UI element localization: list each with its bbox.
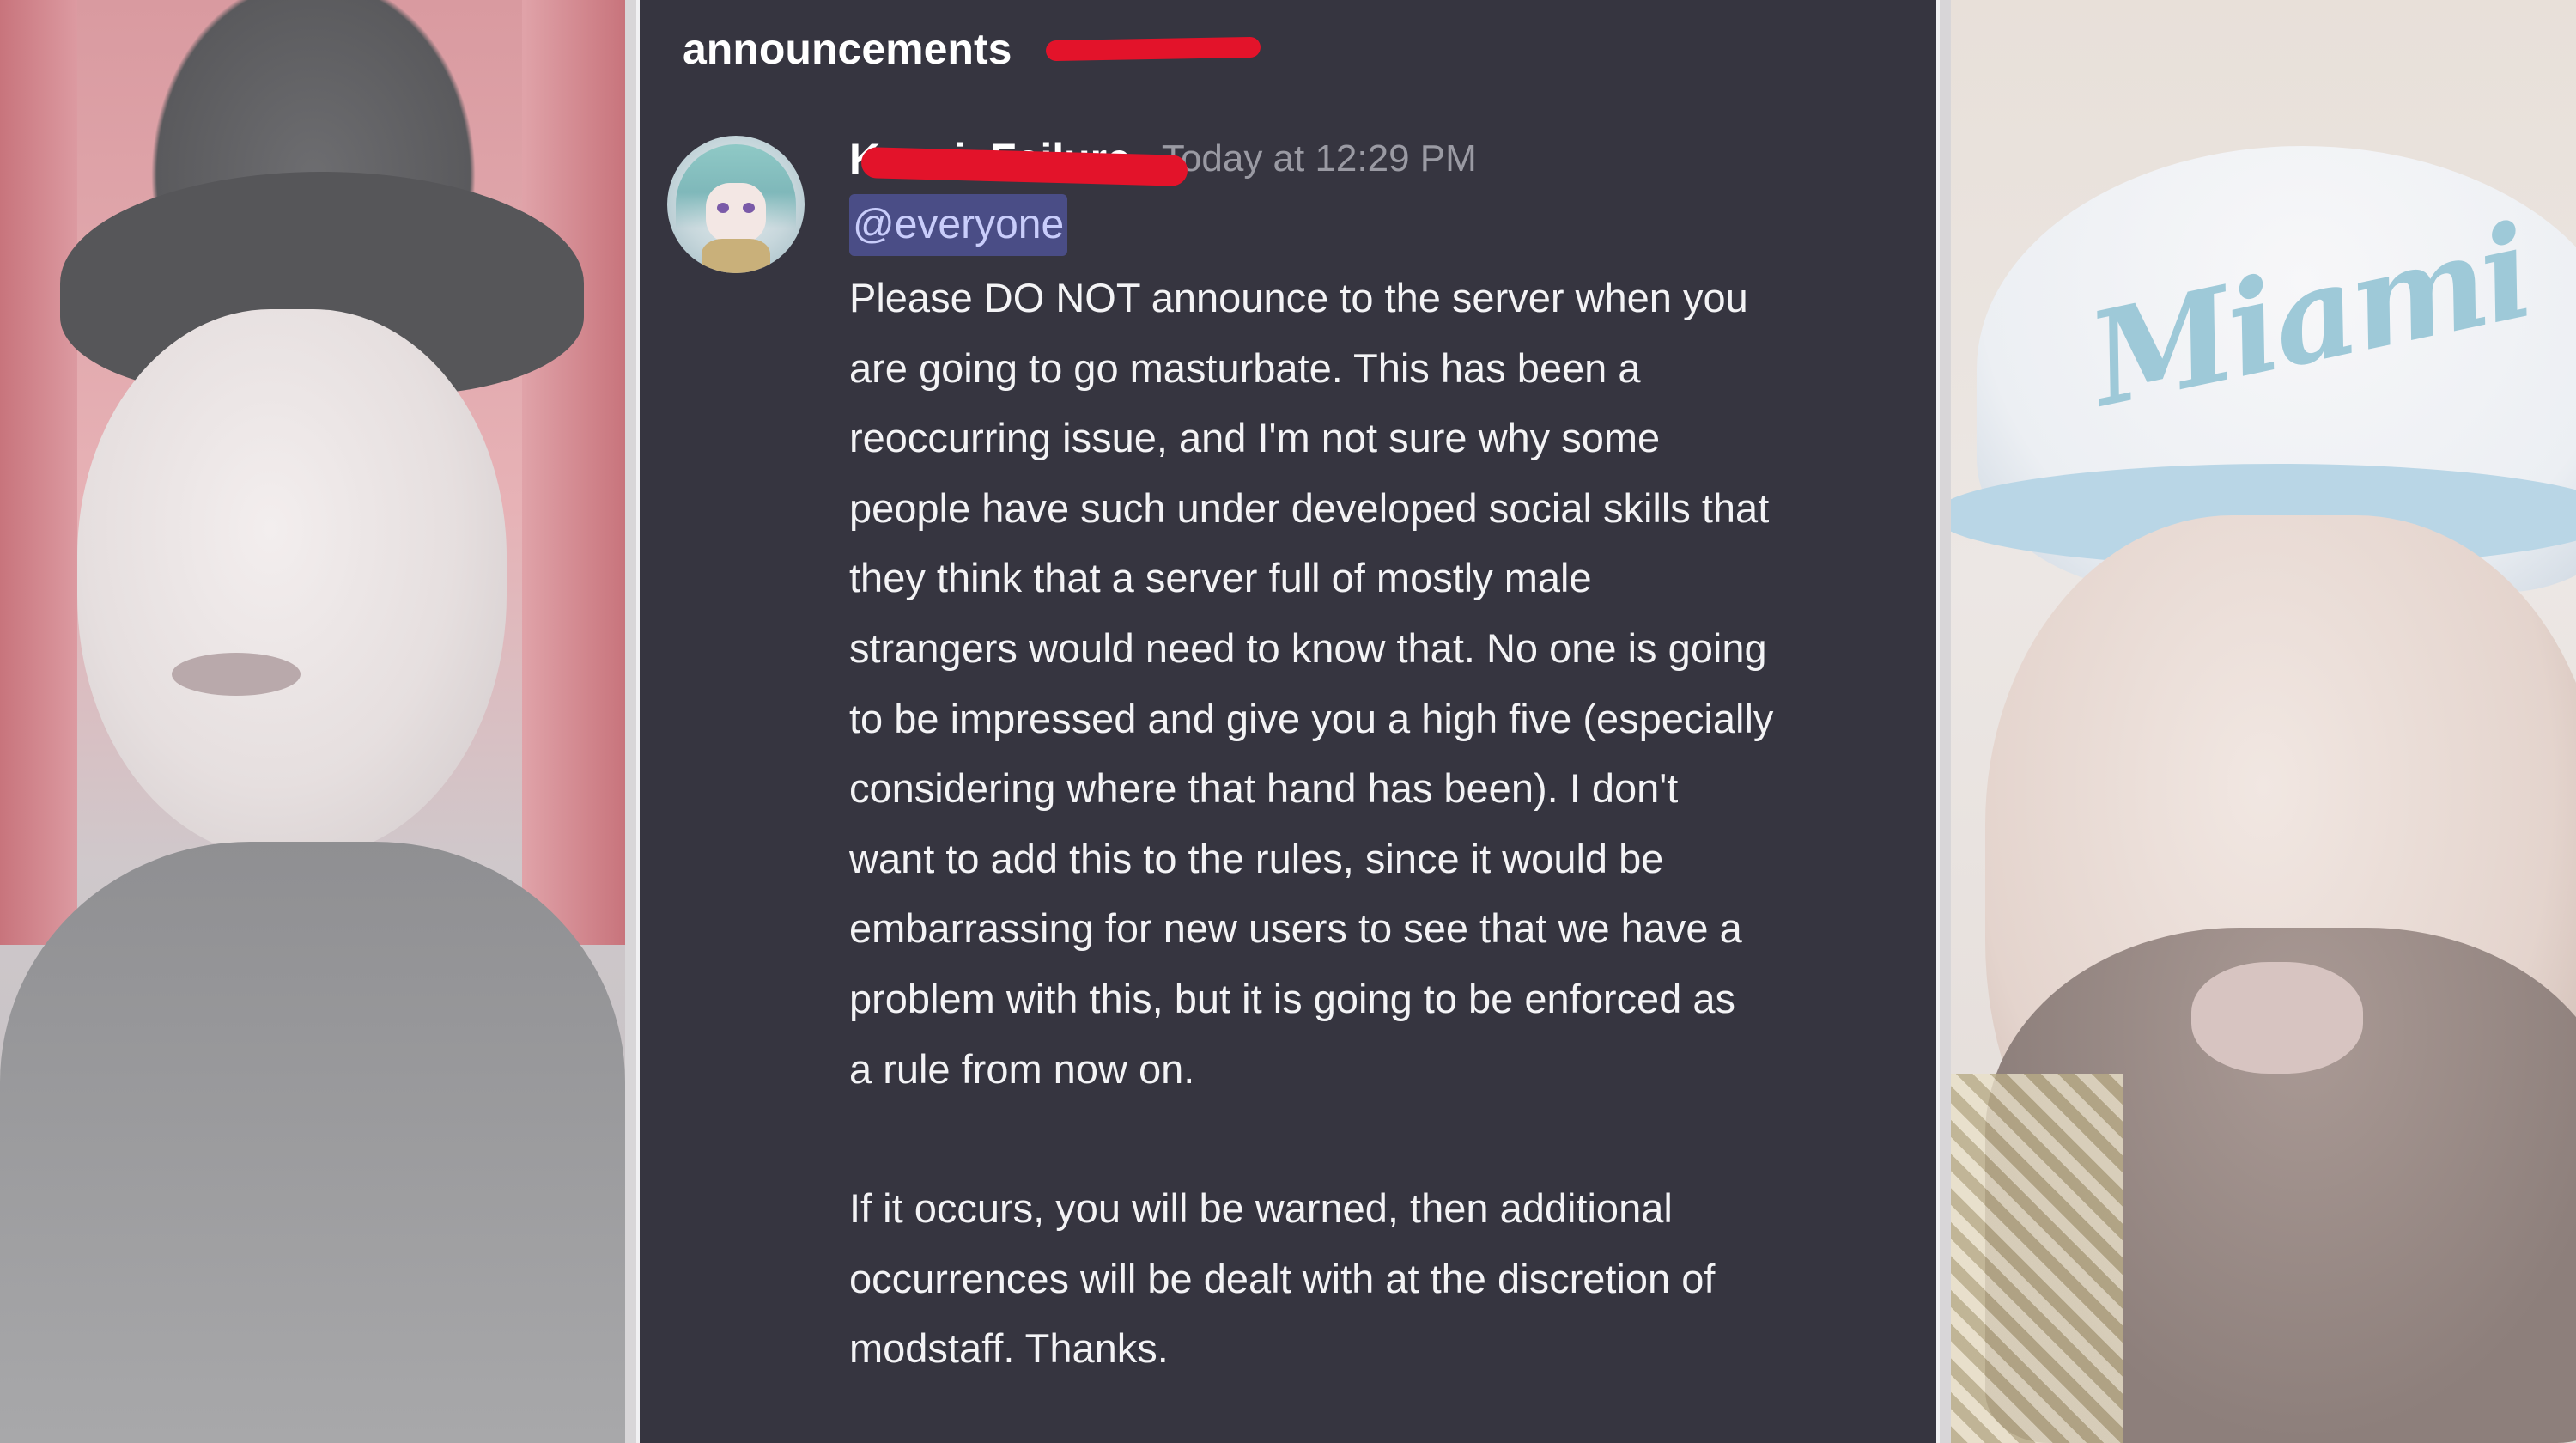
everyone-mention[interactable]: @everyone (849, 194, 1068, 256)
person-mouth (172, 653, 301, 696)
right-photo: Miami (1951, 0, 2576, 1443)
avatar-body (702, 239, 770, 273)
discord-message-panel: announcements Kenai_Failure Today at 12:… (636, 0, 1940, 1443)
left-photo (0, 0, 625, 1443)
channel-name[interactable]: announcements (683, 24, 1012, 74)
avatar-eye (743, 203, 755, 213)
avatar-eye (717, 203, 729, 213)
person-body (0, 842, 625, 1443)
gold-chain (1951, 1074, 2123, 1443)
right-curtain (522, 0, 625, 945)
timestamp: Today at 12:29 PM (1161, 137, 1477, 180)
left-curtain (0, 0, 77, 945)
username-wrap[interactable]: Kenai_Failure (849, 134, 1188, 186)
message-paragraph: Please DO NOT announce to the server whe… (849, 275, 1774, 1092)
person-mouth (2191, 962, 2363, 1074)
message-paragraph: If it occurs, you will be warned, then a… (849, 1185, 1716, 1372)
message-content: Kenai_Failure Today at 12:29 PM @everyon… (849, 129, 1914, 1384)
avatar[interactable] (667, 136, 805, 273)
avatar-face (706, 183, 766, 243)
composite-image: announcements Kenai_Failure Today at 12:… (0, 0, 2576, 1443)
redaction-mark (1046, 36, 1261, 62)
message-meta: Kenai_Failure Today at 12:29 PM (849, 129, 1914, 189)
person-face (77, 309, 507, 859)
channel-header: announcements (683, 19, 1261, 79)
